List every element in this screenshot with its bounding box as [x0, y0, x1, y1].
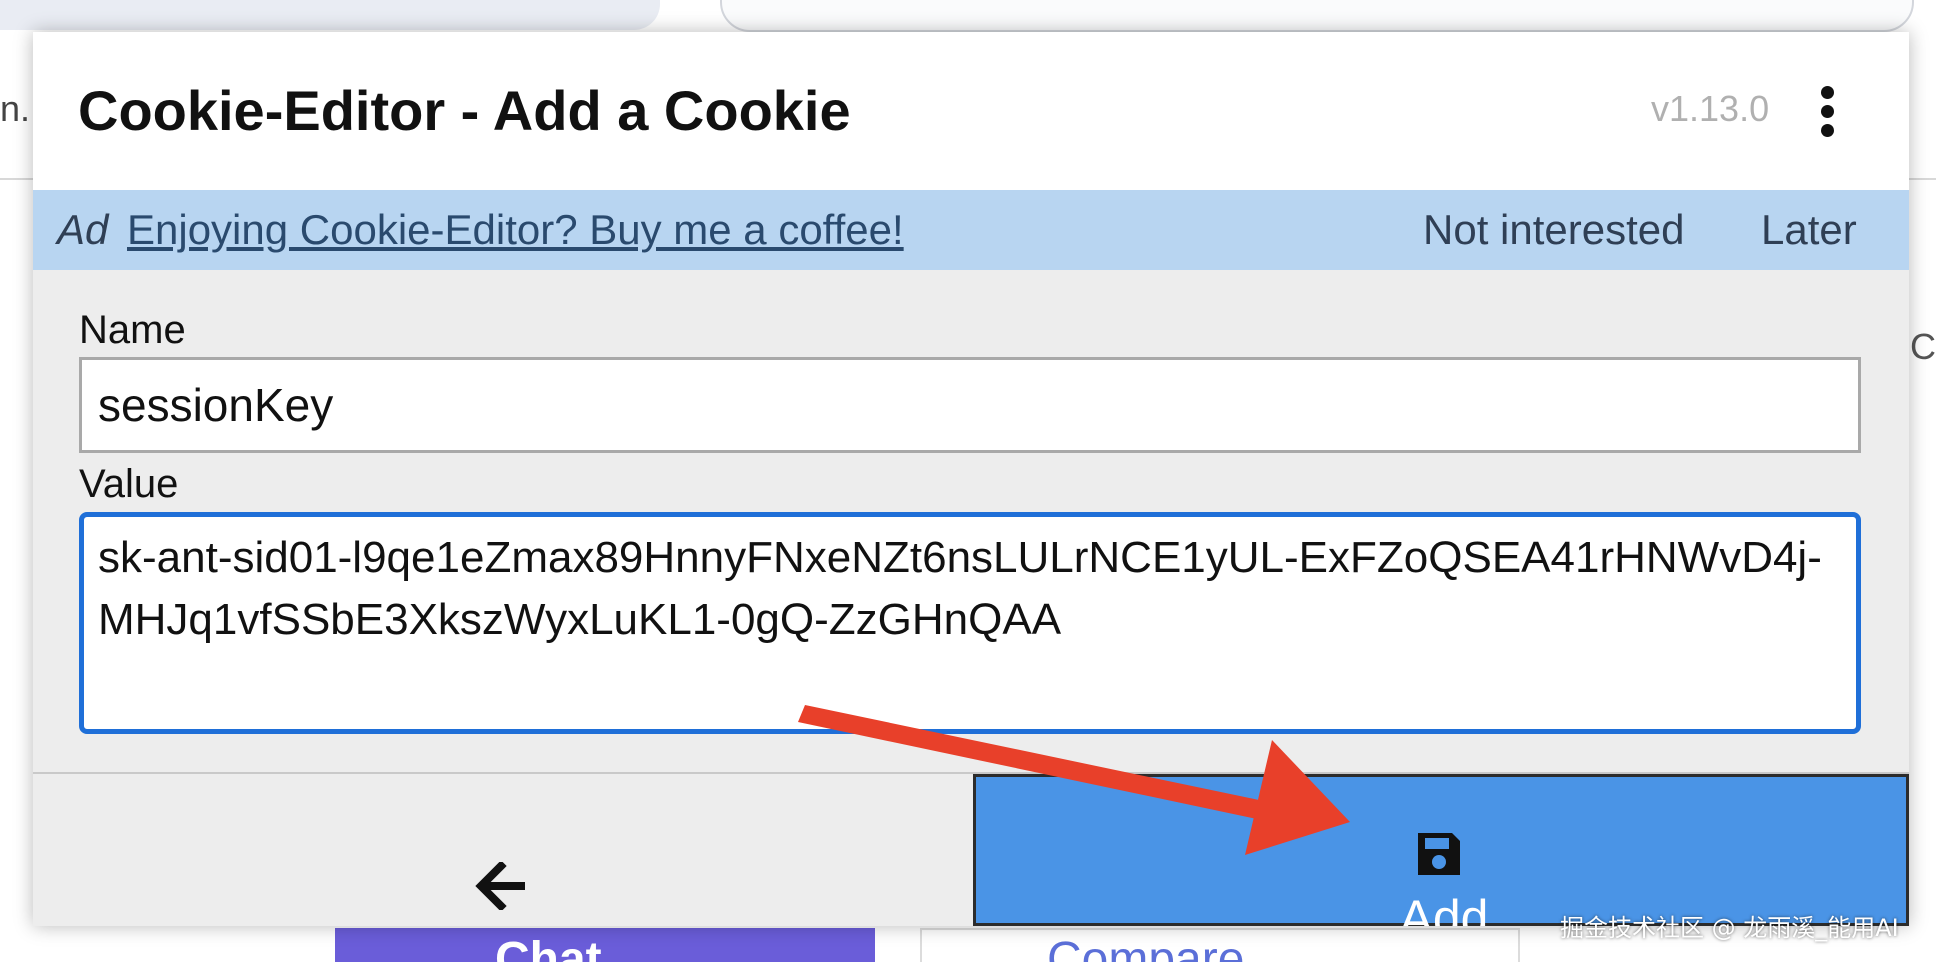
- arrow-left-icon: [475, 862, 525, 910]
- background-compare-button[interactable]: Compare: [920, 928, 1520, 962]
- buy-coffee-link[interactable]: Enjoying Cookie-Editor? Buy me a coffee!: [127, 206, 904, 254]
- screen: n. C Chat Compare Cookie-Editor - Add a …: [0, 0, 1936, 962]
- vertical-ellipsis-icon[interactable]: [1819, 86, 1835, 138]
- value-textarea[interactable]: sk-ant-sid01-l9qe1eZmax89HnnyFNxeNZt6nsL…: [79, 512, 1861, 734]
- not-interested-button[interactable]: Not interested: [1423, 206, 1684, 254]
- background-text-right: C: [1910, 326, 1936, 367]
- value-label: Value: [79, 462, 179, 506]
- floppy-disk-icon: [1418, 833, 1460, 875]
- version-label: v1.13.0: [1651, 88, 1770, 129]
- ad-label: Ad: [57, 206, 109, 253]
- add-button[interactable]: Add: [973, 774, 1909, 926]
- ad-banner: Ad Enjoying Cookie-Editor? Buy me a coff…: [33, 190, 1909, 270]
- cookie-editor-popup: Cookie-Editor - Add a Cookie v1.13.0 Ad …: [33, 32, 1909, 926]
- name-label: Name: [79, 308, 186, 352]
- background-text-left: n.: [0, 88, 31, 129]
- name-input[interactable]: [79, 357, 1861, 453]
- popup-header: Cookie-Editor - Add a Cookie v1.13.0: [33, 32, 1909, 190]
- back-button[interactable]: [33, 774, 973, 926]
- later-button[interactable]: Later: [1761, 206, 1857, 254]
- browser-tab-strip: [0, 0, 660, 30]
- popup-title: Cookie-Editor - Add a Cookie: [78, 79, 851, 142]
- browser-address-bar[interactable]: [720, 0, 1914, 32]
- watermark: 掘金技术社区 @ 龙雨溪_能用AI: [1560, 914, 1899, 942]
- background-chat-button[interactable]: Chat: [335, 928, 875, 962]
